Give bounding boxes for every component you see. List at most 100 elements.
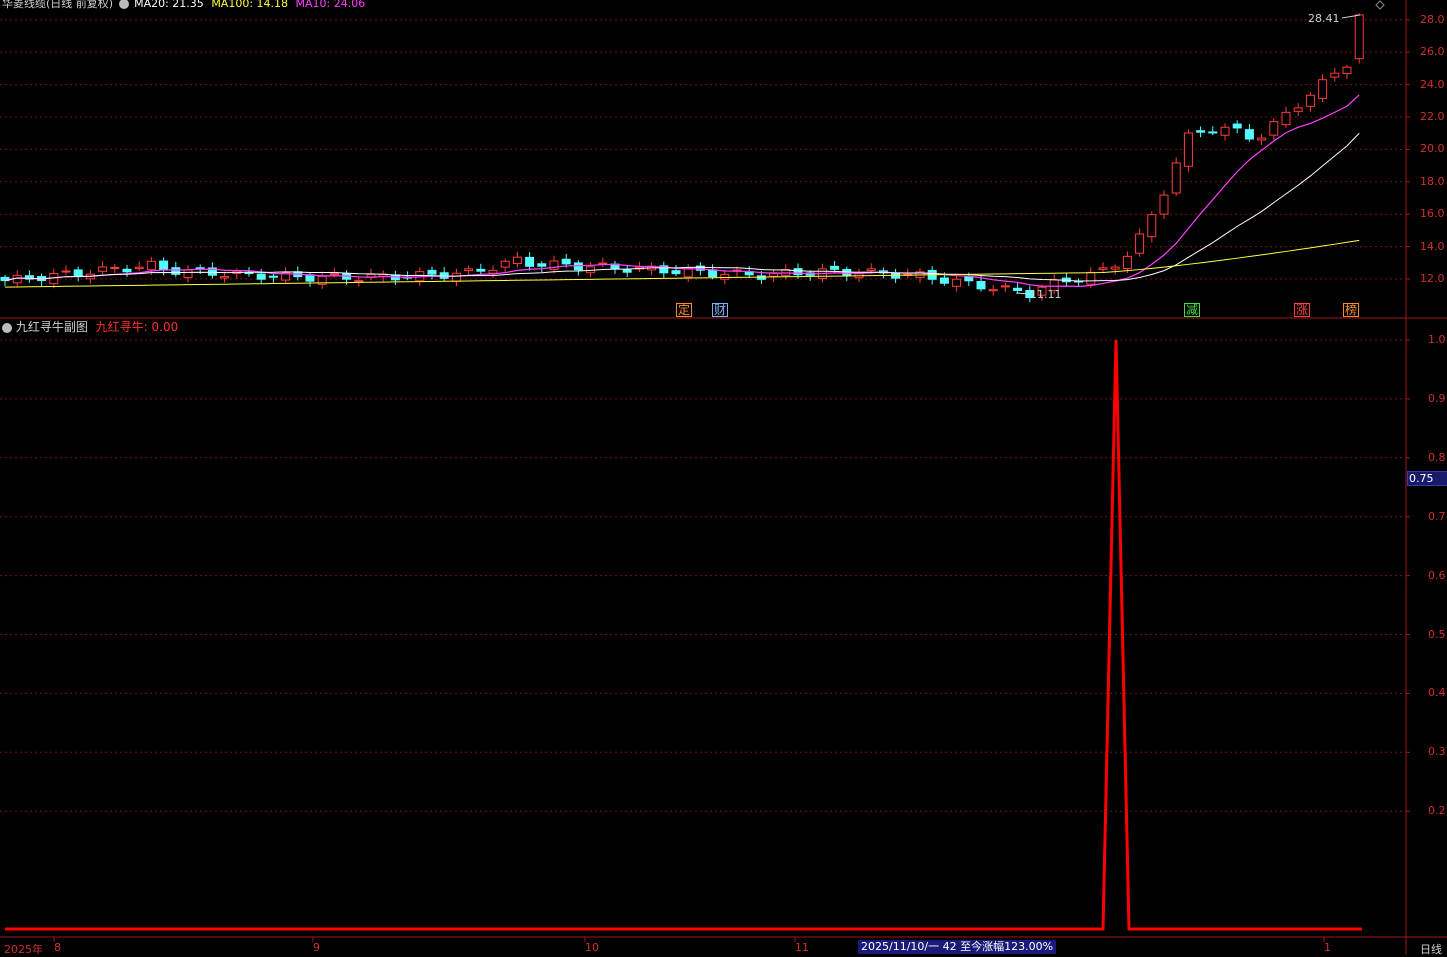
candle-body: [866, 268, 876, 271]
candle-body: [683, 267, 693, 278]
price-tick-label: 18.0: [1420, 174, 1445, 188]
candle-body: [1013, 287, 1023, 291]
candle-body: [110, 267, 120, 270]
indicator-tick-label: 0.6: [1428, 568, 1446, 582]
event-marker-tag[interactable]: 财: [712, 303, 729, 317]
indicator-value: 九红寻牛: 0.00: [95, 320, 179, 334]
price-chart[interactable]: [0, 0, 1447, 955]
candle-body: [1171, 162, 1181, 194]
candle-body: [500, 260, 510, 268]
candle-body: [220, 276, 230, 279]
stock-title: 华菱线缆(日线 前复权): [2, 0, 114, 10]
candle-body: [122, 268, 132, 273]
candle-body: [244, 272, 254, 275]
candle-body: [525, 256, 535, 267]
candle-body: [1086, 271, 1096, 285]
ma100-line: [4, 239, 1360, 288]
candle-body: [159, 260, 169, 271]
candle-body: [988, 289, 998, 292]
time-label-oct: 10: [585, 941, 599, 954]
candle-body: [73, 269, 83, 277]
candle-body: [1244, 129, 1254, 140]
candle-body: [1318, 79, 1328, 99]
cursor-date-info: 2025/11/10/一 42 至今涨幅123.00%: [858, 940, 1057, 954]
diamond-icon: [1375, 0, 1385, 10]
candle-body: [1208, 131, 1218, 134]
candle-body: [1293, 107, 1303, 112]
indicator-tick-label: 0.4: [1428, 686, 1446, 700]
indicator-title: 九红寻牛副图: [15, 320, 88, 334]
candle-body: [598, 262, 608, 265]
candle-body: [1159, 194, 1169, 215]
candle-body: [427, 269, 437, 275]
ma20-line: [4, 132, 1360, 282]
indicator-tick-label: 1.0: [1428, 333, 1446, 346]
candle-body: [439, 272, 449, 279]
price-tick-label: 22.0: [1420, 110, 1445, 123]
candle-body: [1257, 137, 1267, 141]
candle-body: [268, 275, 278, 278]
price-tick-label: 16.0: [1420, 207, 1445, 221]
event-marker-tag[interactable]: 定: [676, 303, 693, 317]
time-label-nov: 11: [795, 941, 809, 954]
indicator-tick-label: 0.9: [1428, 391, 1446, 405]
indicator-tick-label: 0.3: [1428, 745, 1446, 759]
ma10-line: [4, 94, 1360, 287]
price-tick-label: 24.0: [1420, 77, 1445, 91]
candle-body: [1000, 285, 1010, 288]
candle-body: [61, 270, 71, 273]
candle-body: [512, 256, 522, 265]
indicator-tick-label: 0.5: [1428, 627, 1446, 641]
candle-body: [952, 278, 962, 287]
candle-body: [573, 262, 583, 271]
price-tick-label: 12.0: [1420, 272, 1445, 285]
price-tick-label: 26.0: [1420, 45, 1445, 59]
candle-body: [476, 268, 486, 272]
indicator-tick-label: 0.7: [1428, 509, 1446, 523]
candle-body: [720, 273, 730, 280]
candle-body: [1098, 267, 1108, 270]
candle-body: [1330, 72, 1340, 78]
candle-body: [1232, 123, 1242, 129]
candle-body: [1269, 121, 1279, 136]
event-marker-tag[interactable]: 涨: [1294, 303, 1311, 317]
ma100-label: MA100: 14.18: [211, 0, 289, 10]
candle-body: [1354, 14, 1364, 60]
time-label-jan: 1: [1324, 941, 1331, 954]
candle-body: [1147, 214, 1157, 238]
price-tick-label: 28.0: [1420, 12, 1445, 26]
candle-body: [488, 269, 498, 274]
candle-body: [537, 263, 547, 267]
candle-body: [1220, 126, 1230, 136]
candle-body: [1110, 266, 1120, 270]
candle-body: [256, 273, 266, 280]
indicator-header: 九红寻牛副图 九红寻牛: 0.00: [2, 321, 178, 333]
candle-body: [354, 280, 364, 283]
candle-body: [1342, 66, 1352, 75]
candle-body: [1281, 111, 1291, 126]
candle-body: [146, 260, 156, 271]
indicator-current-value: 0.75: [1407, 471, 1447, 486]
indicator-signal-line: [5, 339, 1362, 931]
candle-body: [1122, 255, 1132, 269]
candle-body: [171, 267, 181, 275]
candle-body: [939, 277, 949, 284]
settings-icon[interactable]: [118, 0, 129, 9]
indicator-tick-label: 0.8: [1428, 450, 1446, 464]
candle-body: [830, 265, 840, 270]
candle-body: [1183, 132, 1193, 167]
ma20-label: MA20: 21.35: [134, 0, 204, 10]
time-label-aug: 8: [54, 941, 61, 954]
candle-body: [671, 270, 681, 275]
low-price-label: 11.11: [1030, 288, 1062, 301]
event-marker-tag[interactable]: 榜: [1343, 303, 1360, 317]
indicator-settings-icon[interactable]: [2, 322, 12, 333]
candle-body: [1305, 94, 1315, 107]
indicator-tick-label: 0.2: [1428, 804, 1446, 818]
candle-body: [329, 273, 339, 276]
high-price-label: 28.41: [1308, 12, 1340, 25]
candle-body: [1196, 130, 1206, 133]
event-marker-tag[interactable]: 减: [1184, 303, 1201, 317]
candle-body: [451, 272, 461, 282]
ma10-label: MA10: 24.06: [295, 0, 366, 10]
